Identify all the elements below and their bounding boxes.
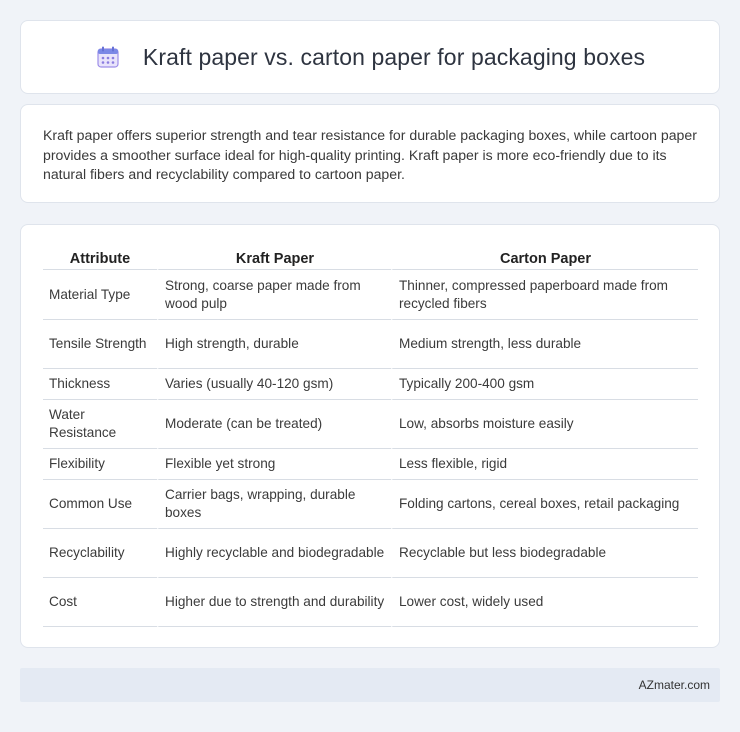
carton-cell: Thinner, compressed paperboard made from… — [391, 270, 698, 320]
table-row: Cost Higher due to strength and durabili… — [43, 578, 698, 627]
footer: AZmater.com — [20, 668, 720, 702]
carton-cell: Typically 200-400 gsm — [391, 369, 698, 400]
attribute-cell: Material Type — [43, 270, 157, 320]
kraft-cell: Highly recyclable and biodegradable — [157, 529, 391, 578]
carton-cell: Medium strength, less durable — [391, 320, 698, 369]
calendar-icon — [95, 44, 121, 70]
table-row: Common Use Carrier bags, wrapping, durab… — [43, 480, 698, 529]
footer-brand[interactable]: AZmater.com — [639, 678, 710, 692]
kraft-cell: High strength, durable — [157, 320, 391, 369]
kraft-cell: Strong, coarse paper made from wood pulp — [157, 270, 391, 320]
attribute-cell: Recyclability — [43, 529, 157, 578]
comparison-table: Attribute Kraft Paper Carton Paper Mater… — [43, 244, 698, 627]
header-carton-paper: Carton Paper — [391, 244, 698, 270]
comparison-table-card: Attribute Kraft Paper Carton Paper Mater… — [20, 224, 720, 648]
table-row: Water Resistance Moderate (can be treate… — [43, 400, 698, 449]
summary-text: Kraft paper offers superior strength and… — [43, 127, 697, 183]
summary-card: Kraft paper offers superior strength and… — [20, 104, 720, 203]
attribute-cell: Tensile Strength — [43, 320, 157, 369]
title-card: Kraft paper vs. carton paper for packagi… — [20, 20, 720, 94]
table-row: Flexibility Flexible yet strong Less fle… — [43, 449, 698, 480]
carton-cell: Recyclable but less biodegradable — [391, 529, 698, 578]
kraft-cell: Flexible yet strong — [157, 449, 391, 480]
header-kraft-paper: Kraft Paper — [157, 244, 391, 270]
table-row: Thickness Varies (usually 40-120 gsm) Ty… — [43, 369, 698, 400]
carton-cell: Less flexible, rigid — [391, 449, 698, 480]
carton-cell: Lower cost, widely used — [391, 578, 698, 627]
attribute-cell: Flexibility — [43, 449, 157, 480]
attribute-cell: Water Resistance — [43, 400, 157, 449]
kraft-cell: Moderate (can be treated) — [157, 400, 391, 449]
carton-cell: Low, absorbs moisture easily — [391, 400, 698, 449]
attribute-cell: Thickness — [43, 369, 157, 400]
kraft-cell: Varies (usually 40-120 gsm) — [157, 369, 391, 400]
kraft-cell: Higher due to strength and durability — [157, 578, 391, 627]
kraft-cell: Carrier bags, wrapping, durable boxes — [157, 480, 391, 529]
attribute-cell: Common Use — [43, 480, 157, 529]
table-row: Material Type Strong, coarse paper made … — [43, 270, 698, 320]
table-header-row: Attribute Kraft Paper Carton Paper — [43, 244, 698, 270]
page-title: Kraft paper vs. carton paper for packagi… — [142, 43, 646, 70]
carton-cell: Folding cartons, cereal boxes, retail pa… — [391, 480, 698, 529]
table-row: Recyclability Highly recyclable and biod… — [43, 529, 698, 578]
attribute-cell: Cost — [43, 578, 157, 627]
header-attribute: Attribute — [43, 244, 157, 270]
table-row: Tensile Strength High strength, durable … — [43, 320, 698, 369]
